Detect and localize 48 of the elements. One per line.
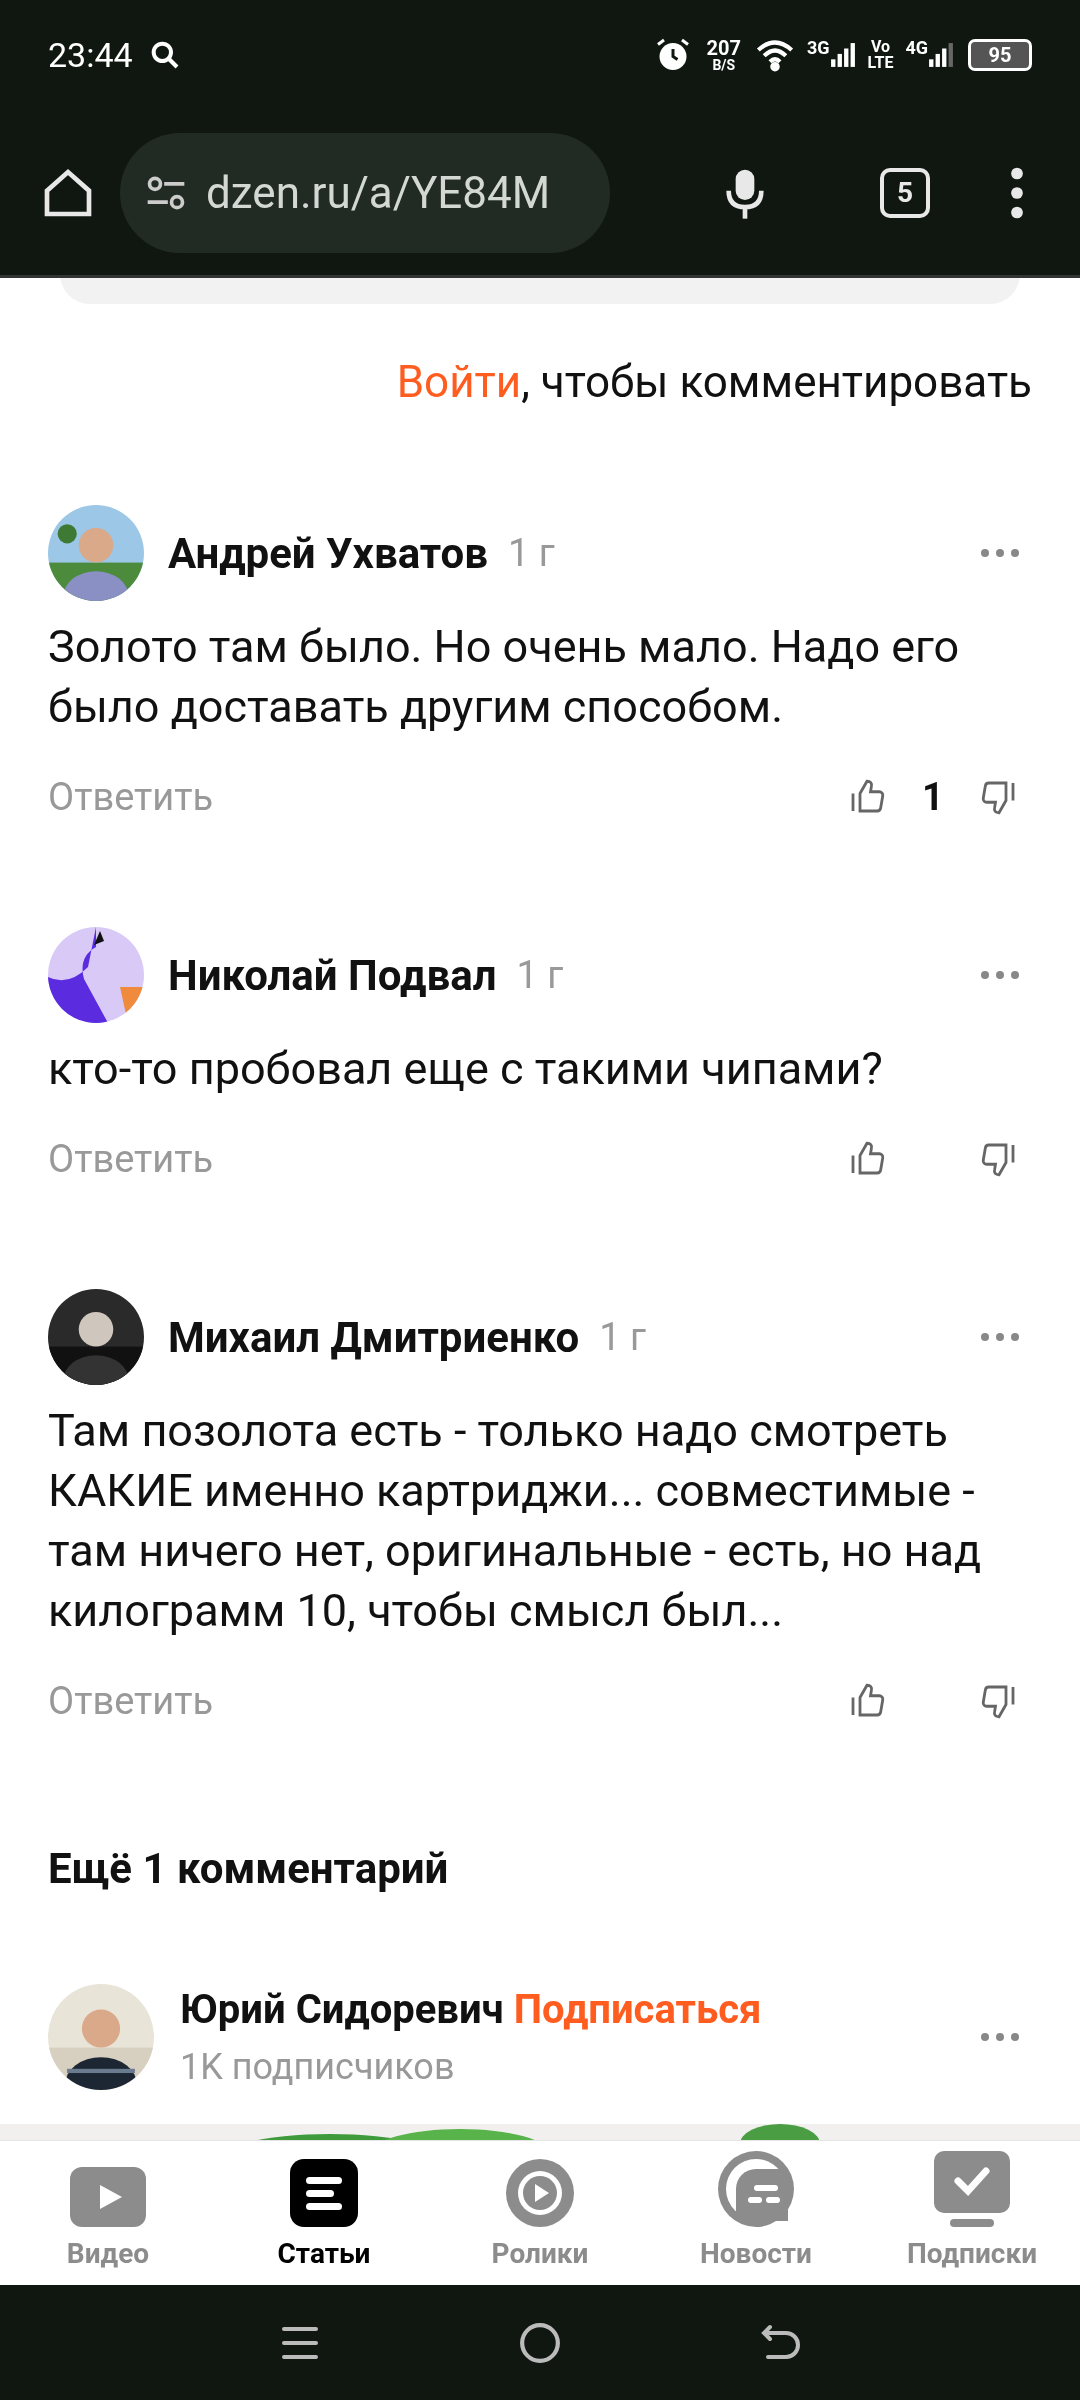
url-text: dzen.ru/a/YE84M [206, 165, 551, 221]
volte-label: Vo [870, 39, 891, 55]
comment-time: 1 г [599, 1313, 646, 1361]
tab-count[interactable]: 5 [880, 167, 930, 218]
login-link[interactable]: Войти [396, 356, 522, 408]
network-type: 4G [905, 36, 928, 60]
comment-author[interactable]: Андрей Ухватов [168, 521, 489, 585]
status-time: 23:44 [48, 33, 133, 77]
home-button-icon[interactable] [519, 2321, 561, 2364]
articles-icon [288, 2157, 360, 2229]
nav-tab[interactable]: Ролики [432, 2141, 648, 2285]
like-count: 1 [921, 773, 945, 821]
nav-tab[interactable]: Видео [0, 2141, 216, 2285]
wifi-icon [755, 38, 795, 72]
reply-link[interactable]: Ответить [48, 1130, 214, 1188]
reply-link[interactable]: Ответить [48, 1672, 214, 1730]
comment-time: 1 г [508, 529, 555, 577]
lte-label: LTE [867, 55, 894, 71]
comment-author[interactable]: Михаил Дмитриенко [168, 1305, 580, 1369]
reply-link[interactable]: Ответить [48, 768, 214, 826]
play-icon [68, 2165, 148, 2229]
comment-text: Там позолота есть - только надо смотреть КАКИЕ именно картриджи... совместимые - там ничего нет, оригинальные - есть, но над килограмм 10, чтобы смысл был... [48, 1403, 983, 1639]
more-icon[interactable] [980, 970, 1020, 980]
subscriptions-icon [932, 2149, 1012, 2229]
more-comments[interactable]: Ещё 1 комментарий [0, 1837, 1080, 1900]
comment-text: Золото там было. Но очень мало. Надо его было доставать другим способом. [48, 619, 961, 735]
network-speed: 207 [706, 38, 741, 58]
channel-name[interactable]: Юрий Сидоревич [180, 1980, 504, 2040]
comment-time: 1 г [516, 951, 564, 999]
comment-author[interactable]: Николай Подвал [168, 943, 497, 1007]
more-icon[interactable] [980, 2032, 1020, 2042]
menu-icon[interactable] [1010, 166, 1024, 219]
speed-unit: B/S [712, 58, 736, 72]
subscribe-link[interactable]: Подписаться [513, 1980, 762, 2040]
nav-tab[interactable]: Подписки [864, 2141, 1080, 2285]
address-bar[interactable]: dzen.ru/a/YE84M [120, 132, 610, 253]
login-prompt: Войти, чтобы комментировать [395, 355, 1033, 410]
subscriber-count: 1K подписчиков [180, 2045, 456, 2090]
clips-icon [504, 2157, 576, 2229]
nav-tab[interactable]: Статьи [216, 2141, 432, 2285]
more-icon[interactable] [980, 1332, 1020, 1342]
alarm-icon [654, 37, 691, 73]
network-type: 3G [807, 36, 830, 60]
nav-tab[interactable]: Новости [648, 2141, 864, 2285]
battery-indicator: 95 [968, 39, 1032, 71]
more-icon[interactable] [980, 548, 1020, 558]
comment-text: кто-то пробовал еще с такими чипами? [48, 1041, 884, 1097]
news-icon [716, 2149, 796, 2229]
